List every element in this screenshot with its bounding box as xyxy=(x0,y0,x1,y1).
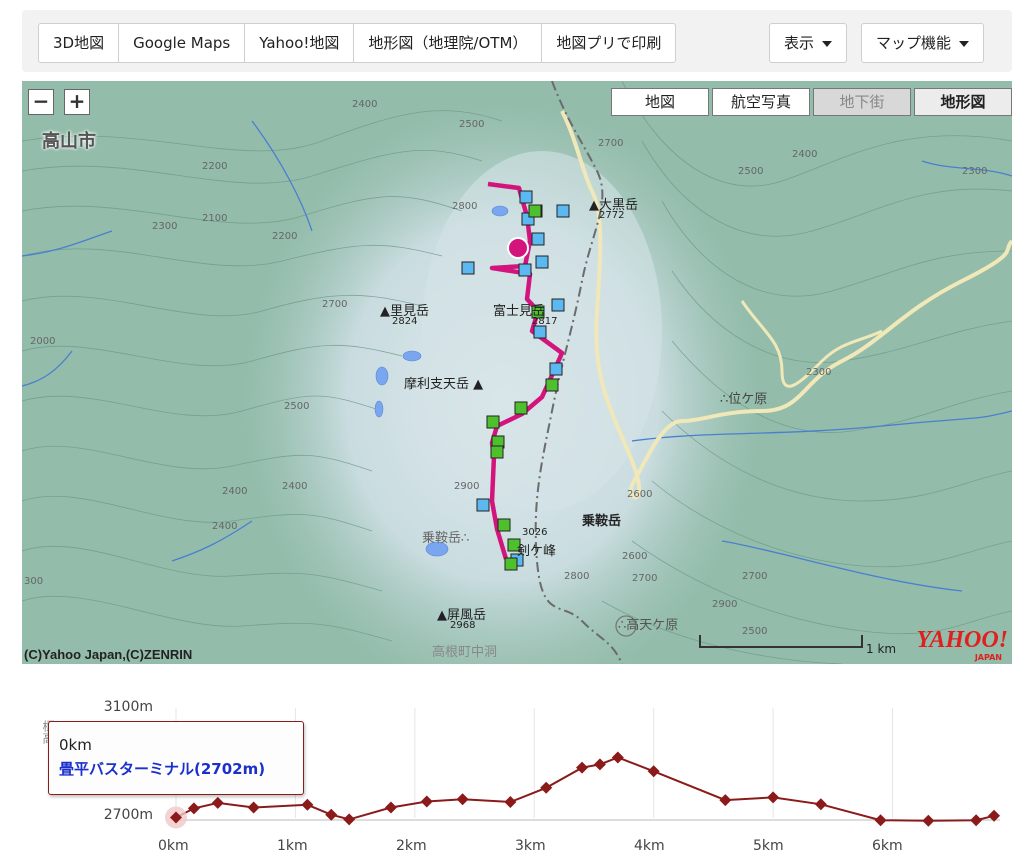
data-point xyxy=(922,814,935,827)
data-point xyxy=(874,814,887,827)
data-point xyxy=(187,802,200,815)
data-point xyxy=(540,781,553,794)
data-point xyxy=(211,796,224,809)
data-point xyxy=(504,796,517,809)
data-point xyxy=(814,798,827,811)
data-point xyxy=(647,765,660,778)
data-point xyxy=(325,808,338,821)
data-point xyxy=(343,813,356,826)
data-point xyxy=(420,795,433,808)
tooltip-distance: 0km xyxy=(59,736,92,754)
data-point xyxy=(970,814,983,827)
tooltip-location-name: 畳平バスターミナル(2702m) xyxy=(59,760,266,778)
data-point xyxy=(767,791,780,804)
data-point xyxy=(719,794,732,807)
data-point xyxy=(301,798,314,811)
elevation-tooltip: 0km 畳平バスターミナル(2702m) xyxy=(48,721,304,795)
data-point xyxy=(576,761,589,774)
data-point xyxy=(384,801,397,814)
data-point xyxy=(593,758,606,771)
data-point xyxy=(247,801,260,814)
data-point xyxy=(611,751,624,764)
data-point xyxy=(456,793,469,806)
